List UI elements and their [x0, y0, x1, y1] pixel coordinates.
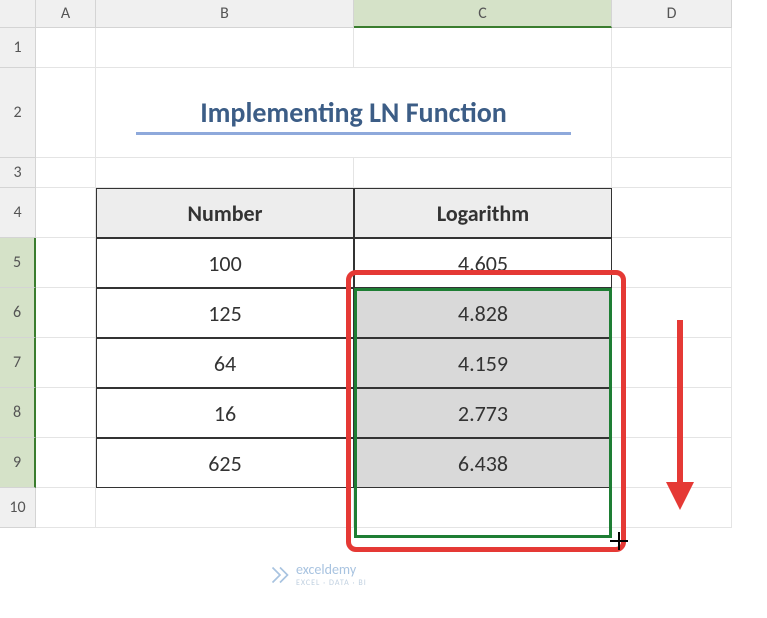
col-header-c[interactable]: C — [354, 0, 612, 28]
row-header-3[interactable]: 3 — [0, 158, 36, 188]
cell-b10[interactable] — [96, 488, 354, 528]
row-header-8[interactable]: 8 — [0, 388, 36, 438]
row-header-1[interactable]: 1 — [0, 28, 36, 68]
cell-d10[interactable] — [612, 488, 732, 528]
cell-a3[interactable] — [36, 158, 96, 188]
watermark-text: exceldemy — [296, 561, 367, 578]
cell-a1[interactable] — [36, 28, 96, 68]
page-title: Implementing LN Function — [200, 95, 507, 130]
col-header-d[interactable]: D — [612, 0, 732, 28]
cell-number-2[interactable]: 64 — [96, 338, 354, 388]
cell-logarithm-1[interactable]: 4.828 — [354, 288, 612, 338]
cell-b1[interactable] — [96, 28, 354, 68]
title-cell[interactable]: Implementing LN Function — [96, 68, 612, 158]
cell-c3[interactable] — [354, 158, 612, 188]
cell-a9[interactable] — [36, 438, 96, 488]
watermark-subtext: EXCEL · DATA · BI — [296, 578, 367, 588]
cell-c10[interactable] — [354, 488, 612, 528]
cell-d1[interactable] — [612, 28, 732, 68]
cell-a2[interactable] — [36, 68, 96, 158]
cell-number-3[interactable]: 16 — [96, 388, 354, 438]
watermark-logo-icon — [270, 565, 290, 585]
cell-logarithm-2[interactable]: 4.159 — [354, 338, 612, 388]
cell-number-0[interactable]: 100 — [96, 238, 354, 288]
cell-d2[interactable] — [612, 68, 732, 158]
table-header-number[interactable]: Number — [96, 188, 354, 238]
watermark: exceldemy EXCEL · DATA · BI — [270, 561, 367, 588]
cell-a7[interactable] — [36, 338, 96, 388]
cell-number-4[interactable]: 625 — [96, 438, 354, 488]
cell-d7[interactable] — [612, 338, 732, 388]
cell-a4[interactable] — [36, 188, 96, 238]
cell-a8[interactable] — [36, 388, 96, 438]
cell-logarithm-4[interactable]: 6.438 — [354, 438, 612, 488]
col-header-a[interactable]: A — [36, 0, 96, 28]
cell-a10[interactable] — [36, 488, 96, 528]
cell-d5[interactable] — [612, 238, 732, 288]
title-underline — [136, 132, 571, 135]
cell-c1[interactable] — [354, 28, 612, 68]
select-all-corner[interactable] — [0, 0, 36, 28]
fill-handle-icon[interactable] — [610, 532, 628, 550]
row-header-10[interactable]: 10 — [0, 488, 36, 528]
cell-logarithm-3[interactable]: 2.773 — [354, 388, 612, 438]
cell-d4[interactable] — [612, 188, 732, 238]
cell-number-1[interactable]: 125 — [96, 288, 354, 338]
cell-b3[interactable] — [96, 158, 354, 188]
cell-d8[interactable] — [612, 388, 732, 438]
cell-d6[interactable] — [612, 288, 732, 338]
cell-a5[interactable] — [36, 238, 96, 288]
cell-d9[interactable] — [612, 438, 732, 488]
row-header-6[interactable]: 6 — [0, 288, 36, 338]
row-header-4[interactable]: 4 — [0, 188, 36, 238]
cell-logarithm-0[interactable]: 4.605 — [354, 238, 612, 288]
row-header-9[interactable]: 9 — [0, 438, 36, 488]
cell-d3[interactable] — [612, 158, 732, 188]
row-header-5[interactable]: 5 — [0, 238, 36, 288]
row-header-2[interactable]: 2 — [0, 68, 36, 158]
row-header-7[interactable]: 7 — [0, 338, 36, 388]
spreadsheet-grid: A B C D 1 2 Implementing LN Function 3 4… — [0, 0, 767, 528]
cell-a6[interactable] — [36, 288, 96, 338]
col-header-b[interactable]: B — [96, 0, 354, 28]
table-header-logarithm[interactable]: Logarithm — [354, 188, 612, 238]
